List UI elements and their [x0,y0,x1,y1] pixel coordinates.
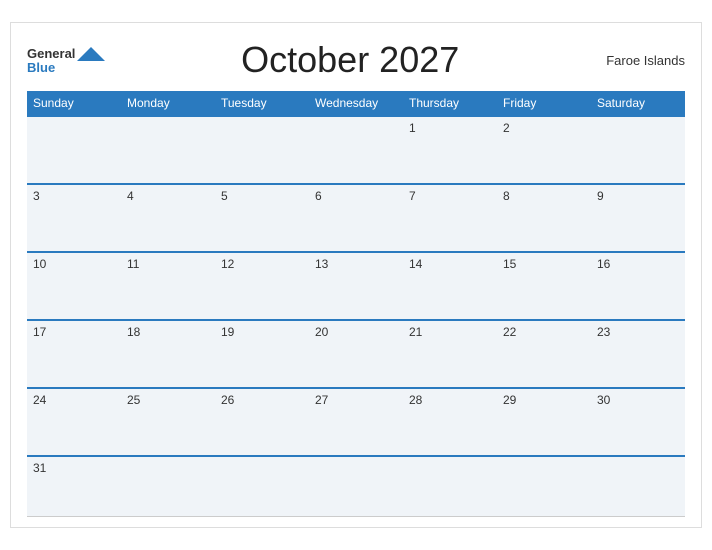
calendar-day-cell: 10 [27,252,121,320]
calendar-day-cell: 17 [27,320,121,388]
day-number: 14 [409,257,422,271]
calendar-day-cell [497,456,591,516]
calendar-day-cell [309,116,403,184]
header-friday: Friday [497,91,591,116]
calendar-day-cell: 9 [591,184,685,252]
calendar-day-cell: 7 [403,184,497,252]
calendar-day-cell: 11 [121,252,215,320]
calendar-week-row: 12 [27,116,685,184]
calendar-day-cell: 3 [27,184,121,252]
calendar-day-cell: 26 [215,388,309,456]
header-wednesday: Wednesday [309,91,403,116]
calendar-day-cell: 19 [215,320,309,388]
calendar-day-cell: 28 [403,388,497,456]
region-label: Faroe Islands [595,53,685,68]
header-sunday: Sunday [27,91,121,116]
day-number: 18 [127,325,140,339]
calendar-day-cell: 6 [309,184,403,252]
calendar-header: General Blue October 2027 Faroe Islands [27,39,685,81]
day-number: 29 [503,393,516,407]
calendar-day-cell: 29 [497,388,591,456]
day-number: 28 [409,393,422,407]
calendar-week-row: 31 [27,456,685,516]
day-number: 7 [409,189,416,203]
weekday-header-row: Sunday Monday Tuesday Wednesday Thursday… [27,91,685,116]
calendar-day-cell: 23 [591,320,685,388]
header-thursday: Thursday [403,91,497,116]
calendar-day-cell [309,456,403,516]
day-number: 1 [409,121,416,135]
day-number: 20 [315,325,328,339]
calendar-day-cell: 31 [27,456,121,516]
day-number: 8 [503,189,510,203]
logo-blue-text: Blue [27,61,55,74]
calendar-container: General Blue October 2027 Faroe Islands … [10,22,702,528]
day-number: 27 [315,393,328,407]
day-number: 13 [315,257,328,271]
day-number: 26 [221,393,234,407]
day-number: 25 [127,393,140,407]
day-number: 22 [503,325,516,339]
calendar-week-row: 3 4 5 6 7 8 9 [27,184,685,252]
calendar-day-cell: 16 [591,252,685,320]
calendar-day-cell: 20 [309,320,403,388]
calendar-day-cell: 13 [309,252,403,320]
calendar-day-cell: 12 [215,252,309,320]
header-saturday: Saturday [591,91,685,116]
day-number: 10 [33,257,46,271]
header-tuesday: Tuesday [215,91,309,116]
calendar-day-cell [591,116,685,184]
calendar-day-cell: 15 [497,252,591,320]
calendar-day-cell [121,116,215,184]
day-number: 11 [127,257,139,271]
calendar-day-cell [591,456,685,516]
calendar-day-cell: 1 [403,116,497,184]
day-number: 5 [221,189,228,203]
day-number: 30 [597,393,610,407]
day-number: 23 [597,325,610,339]
day-number: 17 [33,325,46,339]
day-number: 19 [221,325,234,339]
calendar-day-cell [215,456,309,516]
calendar-day-cell: 14 [403,252,497,320]
calendar-week-row: 17 18 19 20 21 22 23 [27,320,685,388]
calendar-day-cell: 5 [215,184,309,252]
calendar-day-cell: 24 [27,388,121,456]
day-number: 6 [315,189,322,203]
calendar-day-cell: 4 [121,184,215,252]
calendar-day-cell [403,456,497,516]
calendar-grid: Sunday Monday Tuesday Wednesday Thursday… [27,91,685,517]
calendar-title: October 2027 [105,39,595,81]
calendar-day-cell: 30 [591,388,685,456]
day-number: 12 [221,257,234,271]
calendar-day-cell [27,116,121,184]
day-number: 21 [409,325,422,339]
calendar-day-cell [121,456,215,516]
calendar-week-row: 24 25 26 27 28 29 30 [27,388,685,456]
day-number: 16 [597,257,610,271]
header-monday: Monday [121,91,215,116]
calendar-day-cell [215,116,309,184]
day-number: 15 [503,257,516,271]
calendar-day-cell: 21 [403,320,497,388]
day-number: 24 [33,393,46,407]
calendar-week-row: 10 11 12 13 14 15 16 [27,252,685,320]
day-number: 2 [503,121,510,135]
calendar-day-cell: 8 [497,184,591,252]
calendar-day-cell: 2 [497,116,591,184]
logo: General Blue [27,47,105,74]
calendar-day-cell: 18 [121,320,215,388]
day-number: 3 [33,189,40,203]
logo-general-text: General [27,47,75,60]
calendar-day-cell: 27 [309,388,403,456]
logo-triangle-icon [77,47,105,61]
calendar-day-cell: 25 [121,388,215,456]
day-number: 31 [33,461,46,475]
day-number: 9 [597,189,604,203]
calendar-day-cell: 22 [497,320,591,388]
day-number: 4 [127,189,134,203]
